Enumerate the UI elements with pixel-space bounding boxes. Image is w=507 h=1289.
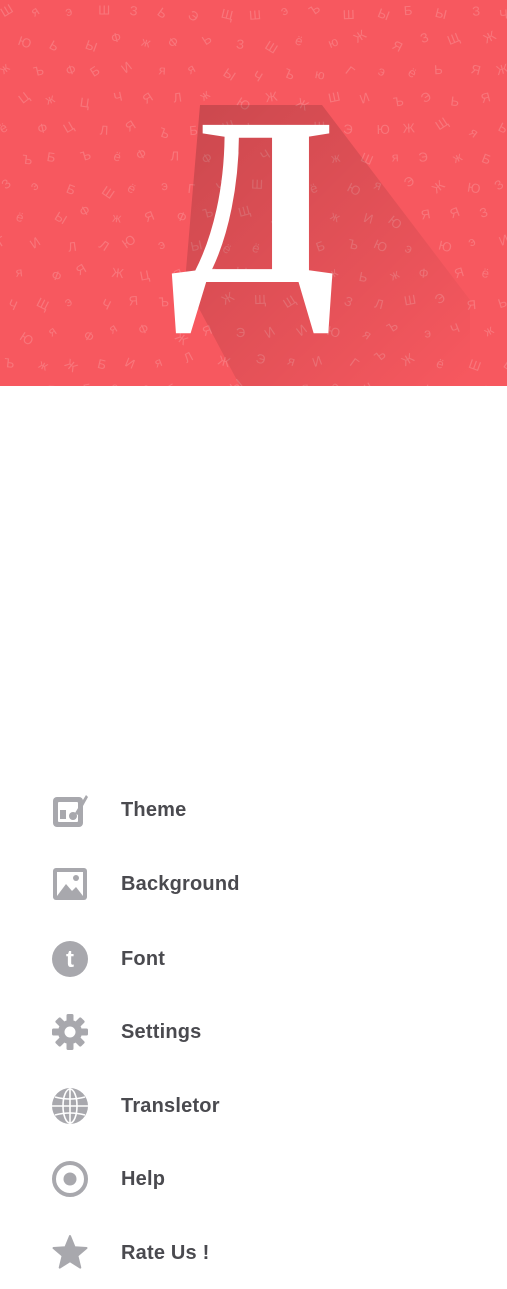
image-icon [49,863,91,905]
logo-letter: Д [170,68,335,334]
menu-item-transletor[interactable]: Transletor [0,1070,507,1142]
menu-item-label: Transletor [121,1094,220,1117]
globe-icon [49,1085,91,1127]
menu-item-help[interactable]: Help [0,1143,507,1215]
menu-item-label: Help [121,1167,166,1190]
menu-item-theme[interactable]: Theme [0,774,507,846]
star-icon [49,1232,91,1274]
menu-item-background[interactable]: Background [0,848,507,920]
theme-icon [49,789,91,831]
font-icon: t [49,938,91,980]
menu-item-label: Font [121,947,166,970]
gear-icon [49,1011,91,1053]
svg-text:t: t [66,946,74,973]
app-logo: Д [170,68,470,386]
header-banner: ШяэШЗЬЭЩШэЪШЫБЫЗЧЮЬЫФжФЬЗШёюЖЯЗЩЖЮжЪФБИя… [0,0,507,386]
menu-item-label: Theme [121,798,187,821]
menu-item-label: Background [121,872,240,895]
menu-item-rate-us[interactable]: Rate Us ! [0,1217,507,1289]
help-icon [49,1158,91,1200]
menu-item-settings[interactable]: Settings [0,996,507,1068]
menu-item-label: Rate Us ! [121,1241,210,1264]
menu-item-font[interactable]: t Font [0,923,507,995]
menu-item-label: Settings [121,1020,202,1043]
